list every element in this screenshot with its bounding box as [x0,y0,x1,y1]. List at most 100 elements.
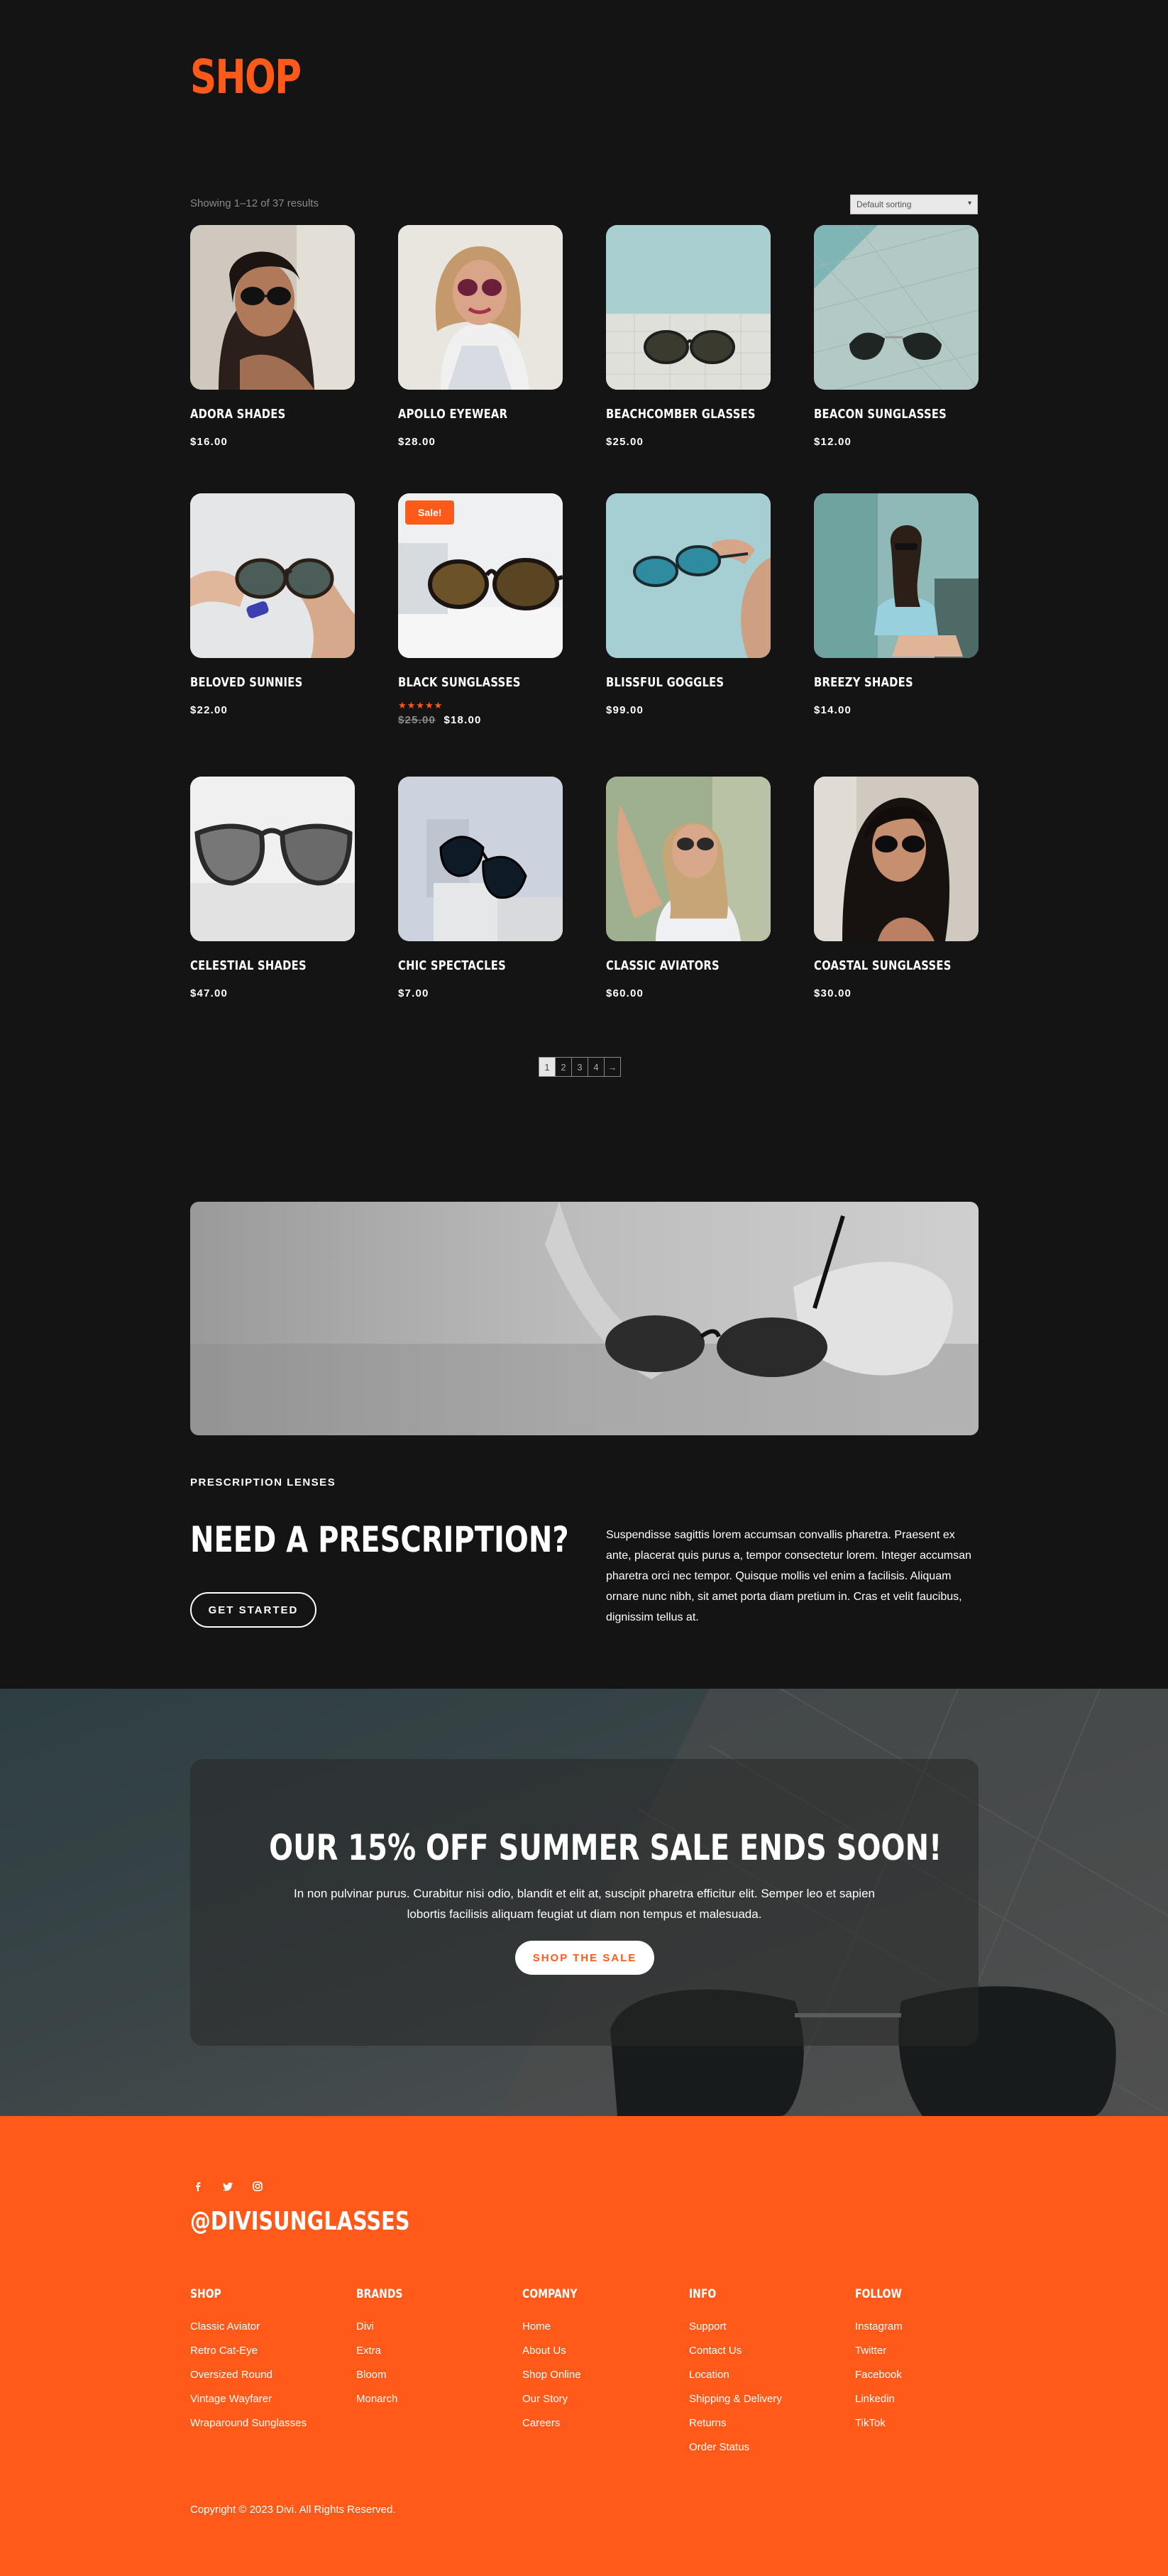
footer-link[interactable]: Location [689,2369,845,2393]
twitter-icon[interactable] [220,2178,236,2194]
product-name[interactable]: BLISSFUL GOGGLES [606,675,741,690]
page-link-3[interactable]: 3 [571,1057,588,1077]
page-link-1[interactable]: 1 [539,1057,556,1077]
page-link-2[interactable]: 2 [555,1057,572,1077]
footer-link[interactable]: Retro Cat-Eye [190,2345,346,2369]
section-eyebrow: PRESCRIPTION LENSES [190,1476,336,1489]
prescription-image [190,1202,979,1435]
product-image[interactable] [814,493,979,658]
product-image[interactable] [814,777,979,941]
footer-link[interactable]: Returns [689,2417,845,2441]
product-card[interactable]: BEACHCOMBER GLASSES $25.00 [606,225,771,448]
footer-link[interactable]: Home [522,2320,678,2345]
sort-select[interactable]: Default sorting ▾ [850,194,978,214]
footer-link[interactable]: Oversized Round [190,2369,346,2393]
footer-link[interactable]: Support [689,2320,845,2345]
copyright: Copyright © 2023 Divi. All Rights Reserv… [190,2504,396,2516]
product-name[interactable]: CLASSIC AVIATORS [606,958,741,973]
product-price: $60.00 [606,987,644,999]
product-name[interactable]: CELESTIAL SHADES [190,958,325,973]
product-image[interactable] [398,225,563,390]
footer-link[interactable]: Shop Online [522,2369,678,2393]
footer-link[interactable]: Vintage Wayfarer [190,2393,346,2417]
footer-link[interactable]: Linkedin [855,2393,1011,2417]
footer-link[interactable]: Our Story [522,2393,678,2417]
product-image[interactable] [814,225,979,390]
product-price: $47.00 [190,987,228,999]
sale-price: $18.00 [443,714,482,726]
footer-link[interactable]: Classic Aviator [190,2320,346,2345]
product-image[interactable] [190,777,355,941]
product-card[interactable]: BEACON SUNGLASSES $12.00 [814,225,979,448]
product-image[interactable] [398,777,563,941]
product-card[interactable]: COASTAL SUNGLASSES $30.00 [814,777,979,999]
footer-link[interactable]: Careers [522,2417,678,2441]
footer-link[interactable]: Instagram [855,2320,1011,2345]
sale-text: In non pulvinar purus. Curabitur nisi od… [294,1887,875,1921]
footer-link[interactable]: Wraparound Sunglasses [190,2417,346,2441]
product-card[interactable]: BLISSFUL GOGGLES $99.00 [606,493,771,716]
social-handle[interactable]: @DIVISUNGLASSES [190,2207,410,2236]
prescription-heading: NEED A PRESCRIPTION? [190,1519,569,1560]
product-name[interactable]: BEACON SUNGLASSES [814,407,949,422]
product-image[interactable] [190,493,355,658]
rating-stars: ★★★★★ [398,700,443,711]
sale-heading: OUR 15% OFF SUMMER SALE ENDS SOON! [269,1827,942,1868]
footer-link[interactable]: Shipping & Delivery [689,2393,845,2417]
product-name[interactable]: APOLLO EYEWEAR [398,407,533,422]
footer-link[interactable]: Extra [356,2345,512,2369]
old-price: $25.00 [398,714,436,726]
footer-column-heading: SHOP [190,2287,221,2301]
footer-column-heading: BRANDS [356,2287,403,2301]
footer-column-brands: BRANDS Divi Extra Bloom Monarch [356,2287,512,2417]
pagination: 1 2 3 4 → [539,1057,621,1077]
sale-banner: OUR 15% OFF SUMMER SALE ENDS SOON! In no… [0,1689,1168,2116]
product-name[interactable]: BEACHCOMBER GLASSES [606,407,756,422]
footer-column-heading: INFO [689,2287,717,2301]
footer-link[interactable]: Bloom [356,2369,512,2393]
shop-the-sale-button[interactable]: SHOP THE SALE [515,1941,654,1975]
product-card[interactable]: Sale! BLACK SUNGLASSES ★★★★★ $25.00 $18.… [398,493,563,726]
chevron-down-icon: ▾ [967,199,971,207]
product-card[interactable]: CHIC SPECTACLES $7.00 [398,777,563,999]
next-page-link[interactable]: → [604,1057,621,1077]
footer-link[interactable]: About Us [522,2345,678,2369]
facebook-icon[interactable] [190,2178,206,2194]
page-title: SHOP [190,50,302,104]
sort-select-value: Default sorting [856,199,912,209]
get-started-button[interactable]: GET STARTED [190,1592,316,1628]
product-name[interactable]: ADORA SHADES [190,407,325,422]
footer-link[interactable]: TikTok [855,2417,1011,2441]
footer-link[interactable]: Contact Us [689,2345,845,2369]
instagram-icon[interactable] [250,2178,265,2194]
product-name[interactable]: CHIC SPECTACLES [398,958,533,973]
footer-link[interactable]: Order Status [689,2441,845,2465]
footer-link[interactable]: Monarch [356,2393,512,2417]
footer-column-company: COMPANY Home About Us Shop Online Our St… [522,2287,678,2441]
product-card[interactable]: CELESTIAL SHADES $47.00 [190,777,355,999]
product-name[interactable]: BREEZY SHADES [814,675,949,690]
product-name[interactable]: COASTAL SUNGLASSES [814,958,951,973]
product-card[interactable]: BELOVED SUNNIES $22.00 [190,493,355,716]
product-card[interactable]: ADORA SHADES $16.00 [190,225,355,448]
product-card[interactable]: BREEZY SHADES $14.00 [814,493,979,716]
prescription-body: Suspendisse sagittis lorem accumsan conv… [606,1529,971,1623]
product-price: $22.00 [190,704,228,716]
product-price: $16.00 [190,436,228,448]
product-image[interactable] [606,777,771,941]
product-card[interactable]: CLASSIC AVIATORS $60.00 [606,777,771,999]
product-image[interactable] [606,493,771,658]
sale-card: OUR 15% OFF SUMMER SALE ENDS SOON! In no… [190,1759,979,2046]
social-links [190,2178,265,2194]
product-image[interactable]: Sale! [398,493,563,658]
product-image[interactable] [606,225,771,390]
product-card[interactable]: APOLLO EYEWEAR $28.00 [398,225,563,448]
page-link-4[interactable]: 4 [588,1057,605,1077]
footer-link[interactable]: Divi [356,2320,512,2345]
result-count: Showing 1–12 of 37 results [190,197,319,209]
footer-link[interactable]: Twitter [855,2345,1011,2369]
product-name[interactable]: BELOVED SUNNIES [190,675,325,690]
product-image[interactable] [190,225,355,390]
footer-link[interactable]: Facebook [855,2369,1011,2393]
product-name[interactable]: BLACK SUNGLASSES [398,675,533,690]
